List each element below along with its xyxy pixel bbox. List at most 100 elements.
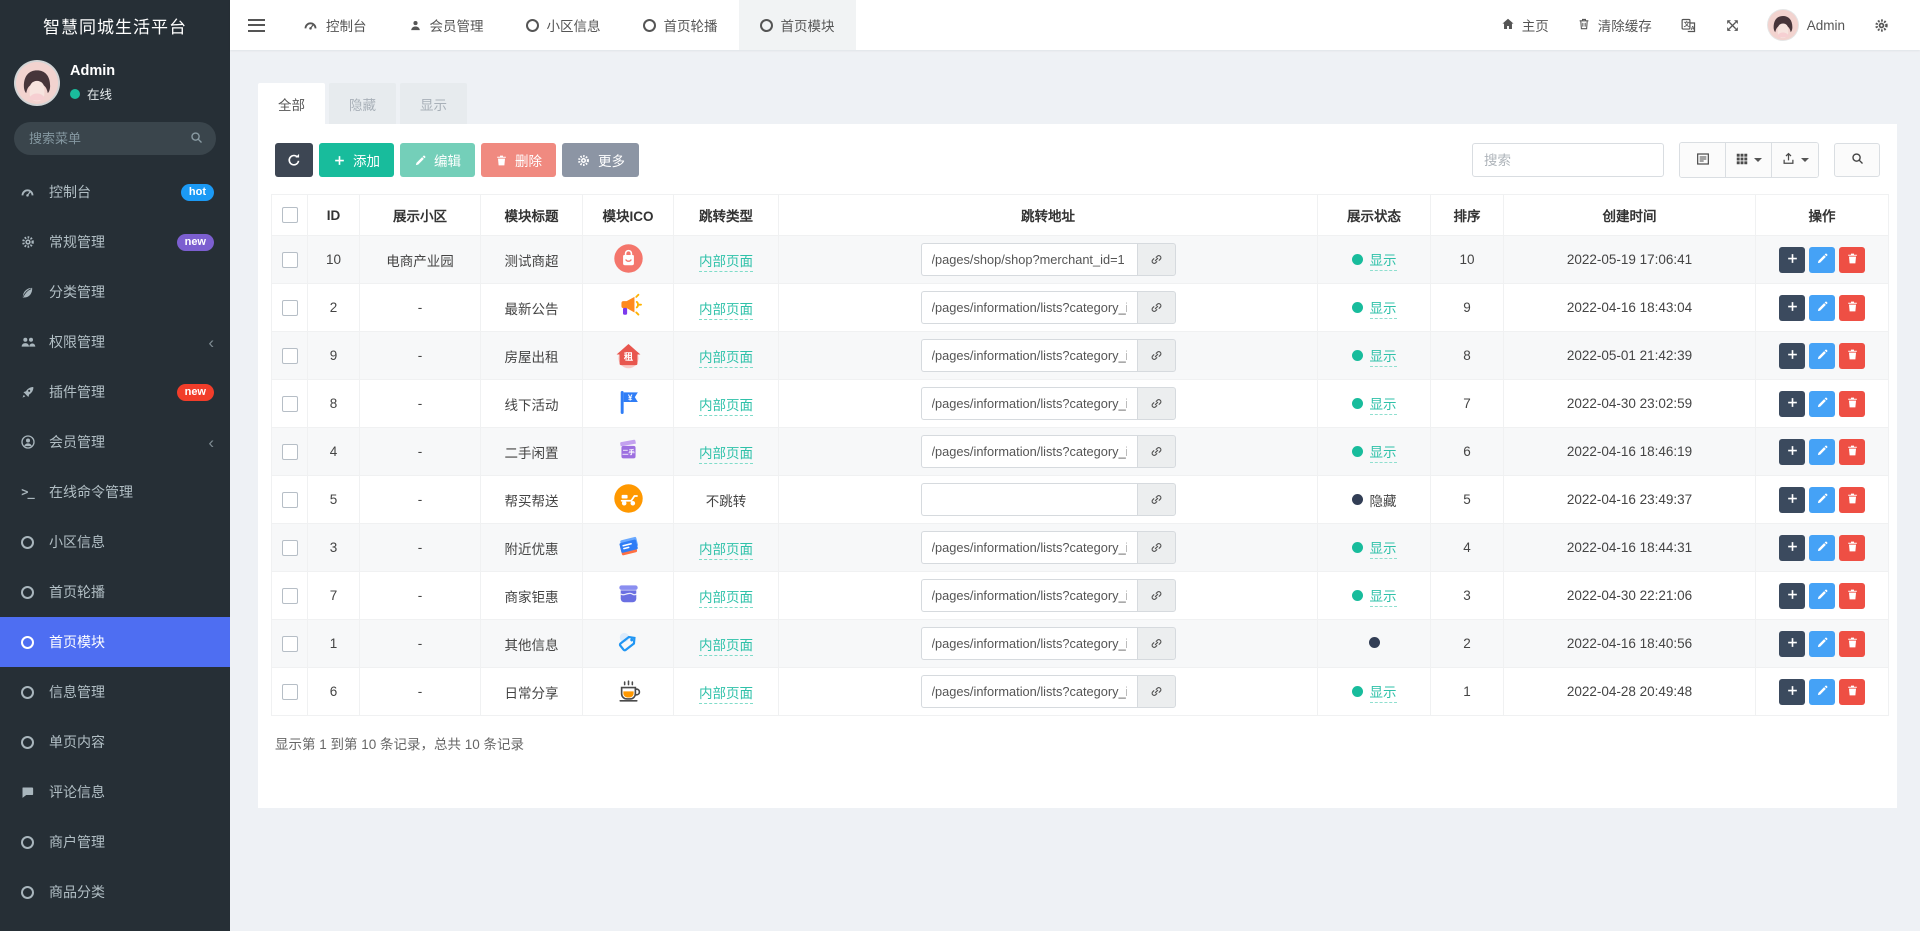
url-link-button[interactable] [1136,291,1176,324]
row-delete-button[interactable] [1839,534,1865,561]
url-link-button[interactable] [1136,675,1176,708]
row-checkbox[interactable] [281,683,298,700]
row-checkbox[interactable] [281,395,298,412]
row-plus-button[interactable] [1779,534,1805,561]
column-header[interactable]: 操作 [1755,194,1889,236]
row-delete-button[interactable] [1839,486,1865,513]
column-header[interactable]: 创建时间 [1503,194,1756,236]
column-header[interactable]: ID [307,194,360,236]
fullscreen-icon[interactable] [1711,18,1754,33]
jump-url-input[interactable] [920,435,1137,468]
row-delete-button[interactable] [1839,294,1865,321]
jump-url-input[interactable] [920,579,1137,612]
jump-type-editable[interactable]: 内部页面 [699,349,753,368]
jump-url-input[interactable] [920,531,1137,564]
url-link-button[interactable] [1136,483,1176,516]
sidebar-item-auth[interactable]: 权限管理 ‹ [0,317,230,367]
jump-type-editable[interactable]: 内部页面 [699,637,753,656]
row-checkbox[interactable] [281,443,298,460]
url-link-button[interactable] [1136,435,1176,468]
detail-view-button[interactable] [1680,143,1726,177]
row-edit-button[interactable] [1809,534,1835,561]
add-button[interactable]: 添加 [319,143,394,177]
row-delete-button[interactable] [1839,438,1865,465]
jump-url-input[interactable] [920,483,1137,516]
row-edit-button[interactable] [1809,486,1835,513]
jump-url-input[interactable] [920,291,1137,324]
status-toggle[interactable]: 显示 [1351,585,1397,607]
sidebar-item-console[interactable]: 控制台 hot [0,167,230,217]
jump-type-editable[interactable]: 内部页面 [699,253,753,272]
jump-url-input[interactable] [920,339,1137,372]
url-link-button[interactable] [1136,579,1176,612]
jump-type-editable[interactable]: 内部页面 [699,301,753,320]
sidebar-item-general[interactable]: 常规管理 new [0,217,230,267]
url-link-button[interactable] [1136,387,1176,420]
row-edit-button[interactable] [1809,390,1835,417]
jump-url-input[interactable] [920,387,1137,420]
delete-button[interactable]: 删除 [481,143,556,177]
row-plus-button[interactable] [1779,438,1805,465]
status-toggle[interactable]: 显示 [1351,249,1397,271]
sidebar-item-module[interactable]: 首页模块 [0,617,230,667]
export-button[interactable] [1772,143,1818,177]
row-plus-button[interactable] [1779,294,1805,321]
row-checkbox[interactable] [281,299,298,316]
sidebar-item-category[interactable]: 分类管理 [0,267,230,317]
nav-tab-console[interactable]: 控制台 [282,0,388,50]
filter-tab-2[interactable]: 显示 [400,83,467,124]
status-toggle[interactable]: 显示 [1351,345,1397,367]
column-header[interactable]: 展示状态 [1317,194,1431,236]
row-plus-button[interactable] [1779,342,1805,369]
row-delete-button[interactable] [1839,582,1865,609]
row-checkbox[interactable] [281,635,298,652]
sidebar-item-member[interactable]: 会员管理 ‹ [0,417,230,467]
row-delete-button[interactable] [1839,678,1865,705]
translate-icon[interactable]: 文A [1666,17,1711,34]
settings-gears-icon[interactable] [1859,17,1904,34]
nav-tab-member[interactable]: 会员管理 [388,0,505,50]
sidebar-item-goods-category[interactable]: 商品分类 [0,867,230,917]
jump-type-editable[interactable]: 内部页面 [699,397,753,416]
navbar-user[interactable]: Admin [1754,10,1859,40]
status-toggle[interactable]: 显示 [1351,441,1397,463]
home-link[interactable]: 主页 [1487,15,1563,35]
url-link-button[interactable] [1136,339,1176,372]
row-plus-button[interactable] [1779,390,1805,417]
column-header[interactable]: 跳转类型 [673,194,779,236]
row-edit-button[interactable] [1809,342,1835,369]
column-header[interactable]: 展示小区 [359,194,481,236]
url-link-button[interactable] [1136,243,1176,276]
clear-cache-link[interactable]: 清除缓存 [1563,15,1666,35]
url-link-button[interactable] [1136,531,1176,564]
sidebar-item-comment[interactable]: 评论信息 [0,767,230,817]
jump-type-editable[interactable]: 不跳转 [706,494,747,509]
row-edit-button[interactable] [1809,246,1835,273]
jump-type-editable[interactable]: 内部页面 [699,541,753,560]
row-edit-button[interactable] [1809,630,1835,657]
refresh-button[interactable] [275,143,313,177]
nav-tab-community[interactable]: 小区信息 [505,0,622,50]
table-search-input[interactable] [1472,143,1664,177]
sidebar-item-banner[interactable]: 首页轮播 [0,567,230,617]
row-edit-button[interactable] [1809,582,1835,609]
jump-url-input[interactable] [920,243,1137,276]
row-plus-button[interactable] [1779,678,1805,705]
row-delete-button[interactable] [1839,246,1865,273]
jump-url-input[interactable] [920,627,1137,660]
row-checkbox[interactable] [281,251,298,268]
filter-tab-0[interactable]: 全部 [258,83,325,124]
column-header[interactable]: 模块ICO [582,194,674,236]
row-checkbox[interactable] [281,587,298,604]
jump-type-editable[interactable]: 内部页面 [699,445,753,464]
menu-toggle-icon[interactable] [230,0,282,50]
status-toggle[interactable]: 显示 [1351,297,1397,319]
filter-tab-1[interactable]: 隐藏 [329,83,396,124]
column-header[interactable]: 排序 [1430,194,1504,236]
status-toggle[interactable]: 显示 [1351,537,1397,559]
sidebar-item-addon[interactable]: 插件管理 new [0,367,230,417]
sidebar-item-information[interactable]: 信息管理 [0,667,230,717]
column-header[interactable]: 模块标题 [480,194,583,236]
sidebar-item-merchant[interactable]: 商户管理 [0,817,230,867]
nav-tab-banner[interactable]: 首页轮播 [622,0,739,50]
